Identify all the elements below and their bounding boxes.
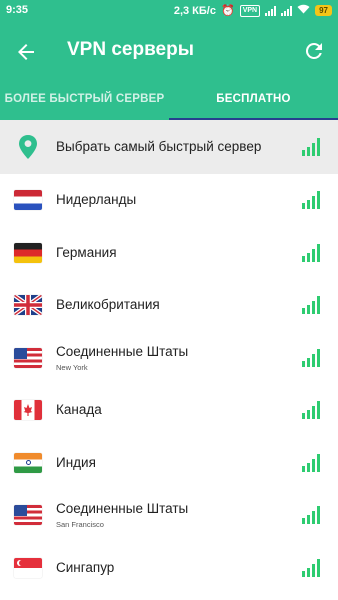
server-name: Великобритания bbox=[56, 297, 160, 312]
flag-germany-icon bbox=[14, 242, 42, 263]
vpn-badge: VPN bbox=[239, 4, 261, 17]
tab-faster-server[interactable]: БОЛЕЕ БЫСТРЫЙ СЕРВЕР bbox=[0, 80, 169, 120]
status-time: 9:35 bbox=[6, 4, 29, 16]
back-arrow-icon[interactable] bbox=[14, 40, 38, 64]
wifi-icon bbox=[297, 4, 310, 17]
tab-bar: БОЛЕЕ БЫСТРЫЙ СЕРВЕР БЕСПЛАТНО bbox=[0, 80, 338, 120]
list-item-fastest-server[interactable]: Выбрать самый быстрый сервер bbox=[0, 120, 338, 174]
server-name: Канада bbox=[56, 402, 102, 417]
battery-icon: 97 bbox=[315, 5, 332, 16]
signal-strength-icon bbox=[302, 191, 322, 209]
signal-strength-icon bbox=[302, 506, 322, 524]
signal-strength-icon bbox=[302, 558, 322, 577]
list-item[interactable]: Сингапур bbox=[0, 542, 338, 595]
network-speed: 2,3 КБ/с bbox=[173, 4, 216, 17]
status-bar: 9:35 2,3 КБ/с ⏰ VPN 97 bbox=[0, 0, 338, 24]
list-item[interactable]: Канада bbox=[0, 384, 338, 437]
alarm-icon: ⏰ bbox=[220, 5, 235, 17]
flag-usa-icon bbox=[14, 347, 42, 368]
server-name: Индия bbox=[56, 454, 96, 470]
status-indicators: 2,3 КБ/с ⏰ VPN 97 bbox=[174, 4, 332, 17]
server-name: Выбрать самый быстрый сервер bbox=[56, 139, 262, 154]
server-name: Нидерланды bbox=[56, 192, 137, 207]
list-item[interactable]: Германия bbox=[0, 227, 338, 280]
flag-usa-icon bbox=[14, 505, 42, 525]
server-city: New York bbox=[56, 362, 88, 372]
list-item[interactable]: Соединенные Штаты San Francisco bbox=[0, 489, 338, 542]
cell-signal-icon-2 bbox=[281, 5, 293, 16]
refresh-icon[interactable] bbox=[302, 39, 326, 63]
list-item[interactable]: Соединенные Штаты New York bbox=[0, 332, 338, 385]
signal-strength-icon bbox=[302, 348, 322, 367]
server-list: Выбрать самый быстрый сервер Нидерланды … bbox=[0, 120, 338, 594]
flag-india-icon bbox=[14, 452, 42, 473]
flag-uk-icon bbox=[14, 295, 42, 315]
location-pin-icon bbox=[17, 134, 39, 160]
server-name: Соединенные Штаты bbox=[56, 343, 189, 359]
page-title: VPN серверы bbox=[67, 39, 194, 60]
signal-strength-icon bbox=[302, 243, 322, 262]
server-name: Германия bbox=[56, 244, 117, 260]
flag-canada-icon bbox=[14, 400, 42, 420]
server-name: Сингапур bbox=[56, 559, 115, 575]
server-name: Соединенные Штаты bbox=[56, 501, 189, 516]
list-item[interactable]: Индия bbox=[0, 437, 338, 490]
list-item[interactable]: Нидерланды bbox=[0, 174, 338, 227]
signal-strength-icon bbox=[302, 138, 322, 156]
app-bar: VPN серверы bbox=[0, 26, 338, 78]
tab-free[interactable]: БЕСПЛАТНО bbox=[169, 80, 338, 120]
list-item[interactable]: Великобритания bbox=[0, 279, 338, 332]
signal-strength-icon bbox=[302, 296, 322, 314]
signal-strength-icon bbox=[302, 401, 322, 419]
flag-netherlands-icon bbox=[14, 190, 42, 210]
flag-singapore-icon bbox=[14, 557, 42, 578]
cell-signal-icon bbox=[265, 5, 277, 16]
server-city: San Francisco bbox=[56, 520, 104, 529]
app-header: 9:35 2,3 КБ/с ⏰ VPN 97 VPN серверы БОЛЕЕ… bbox=[0, 0, 338, 120]
signal-strength-icon bbox=[302, 453, 322, 472]
